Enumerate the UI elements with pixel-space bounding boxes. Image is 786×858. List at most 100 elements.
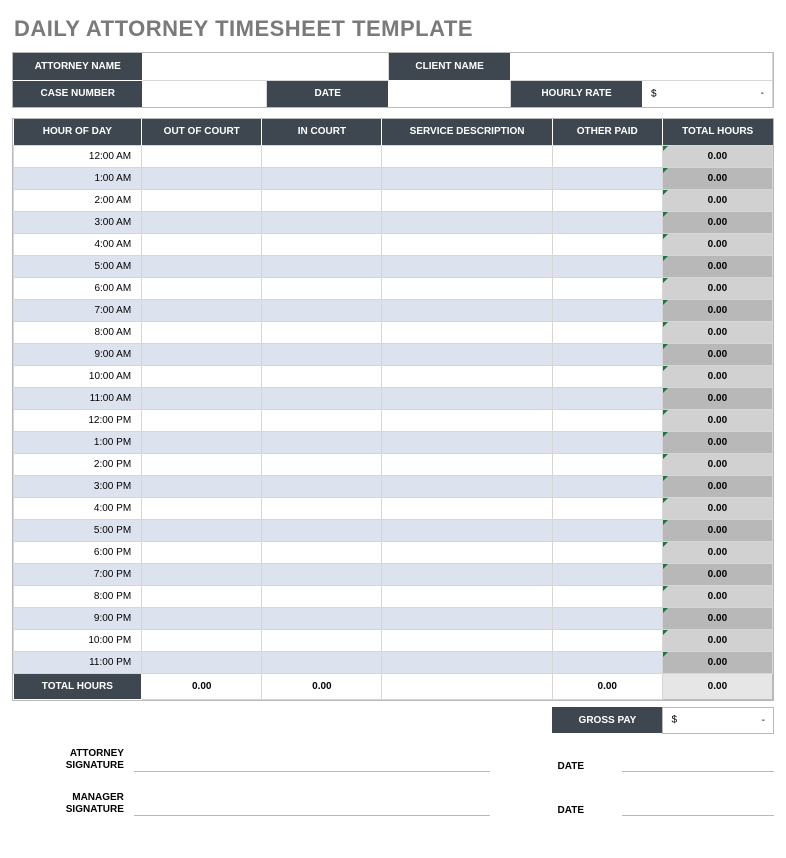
attorney-signature-field[interactable] [134,748,490,772]
hourly-rate-field[interactable]: $ - [643,80,773,107]
other-paid-cell[interactable] [552,211,662,233]
in-court-cell[interactable] [262,321,382,343]
in-court-cell[interactable] [262,585,382,607]
service-description-cell[interactable] [382,233,552,255]
out-of-court-cell[interactable] [142,189,262,211]
in-court-cell[interactable] [262,475,382,497]
in-court-cell[interactable] [262,255,382,277]
date-field[interactable] [389,80,511,107]
in-court-cell[interactable] [262,651,382,673]
service-description-cell[interactable] [382,563,552,585]
service-description-cell[interactable] [382,365,552,387]
other-paid-cell[interactable] [552,277,662,299]
out-of-court-cell[interactable] [142,211,262,233]
other-paid-cell[interactable] [552,409,662,431]
other-paid-cell[interactable] [552,365,662,387]
other-paid-cell[interactable] [552,629,662,651]
in-court-cell[interactable] [262,409,382,431]
service-description-cell[interactable] [382,255,552,277]
out-of-court-cell[interactable] [142,475,262,497]
other-paid-cell[interactable] [552,497,662,519]
out-of-court-cell[interactable] [142,607,262,629]
service-description-cell[interactable] [382,519,552,541]
manager-signature-field[interactable] [134,792,490,816]
other-paid-cell[interactable] [552,167,662,189]
service-description-cell[interactable] [382,585,552,607]
attorney-date-field[interactable] [622,748,774,772]
other-paid-cell[interactable] [552,541,662,563]
other-paid-cell[interactable] [552,387,662,409]
other-paid-cell[interactable] [552,145,662,167]
service-description-cell[interactable] [382,321,552,343]
out-of-court-cell[interactable] [142,409,262,431]
other-paid-cell[interactable] [552,563,662,585]
attorney-name-field[interactable] [143,53,389,80]
case-number-field[interactable] [143,80,267,107]
out-of-court-cell[interactable] [142,255,262,277]
other-paid-cell[interactable] [552,189,662,211]
out-of-court-cell[interactable] [142,343,262,365]
service-description-cell[interactable] [382,431,552,453]
in-court-cell[interactable] [262,519,382,541]
out-of-court-cell[interactable] [142,431,262,453]
service-description-cell[interactable] [382,629,552,651]
service-description-cell[interactable] [382,343,552,365]
service-description-cell[interactable] [382,497,552,519]
service-description-cell[interactable] [382,541,552,563]
other-paid-cell[interactable] [552,233,662,255]
service-description-cell[interactable] [382,607,552,629]
in-court-cell[interactable] [262,387,382,409]
in-court-cell[interactable] [262,563,382,585]
out-of-court-cell[interactable] [142,585,262,607]
other-paid-cell[interactable] [552,299,662,321]
in-court-cell[interactable] [262,629,382,651]
in-court-cell[interactable] [262,145,382,167]
service-description-cell[interactable] [382,299,552,321]
out-of-court-cell[interactable] [142,233,262,255]
in-court-cell[interactable] [262,299,382,321]
out-of-court-cell[interactable] [142,145,262,167]
other-paid-cell[interactable] [552,475,662,497]
in-court-cell[interactable] [262,365,382,387]
out-of-court-cell[interactable] [142,651,262,673]
service-description-cell[interactable] [382,409,552,431]
manager-date-field[interactable] [622,792,774,816]
out-of-court-cell[interactable] [142,541,262,563]
in-court-cell[interactable] [262,431,382,453]
out-of-court-cell[interactable] [142,299,262,321]
service-description-cell[interactable] [382,145,552,167]
service-description-cell[interactable] [382,453,552,475]
in-court-cell[interactable] [262,167,382,189]
out-of-court-cell[interactable] [142,629,262,651]
out-of-court-cell[interactable] [142,365,262,387]
in-court-cell[interactable] [262,541,382,563]
out-of-court-cell[interactable] [142,453,262,475]
service-description-cell[interactable] [382,167,552,189]
other-paid-cell[interactable] [552,519,662,541]
in-court-cell[interactable] [262,189,382,211]
out-of-court-cell[interactable] [142,497,262,519]
service-description-cell[interactable] [382,211,552,233]
in-court-cell[interactable] [262,497,382,519]
other-paid-cell[interactable] [552,607,662,629]
service-description-cell[interactable] [382,277,552,299]
out-of-court-cell[interactable] [142,563,262,585]
out-of-court-cell[interactable] [142,387,262,409]
in-court-cell[interactable] [262,343,382,365]
other-paid-cell[interactable] [552,651,662,673]
out-of-court-cell[interactable] [142,321,262,343]
other-paid-cell[interactable] [552,431,662,453]
other-paid-cell[interactable] [552,343,662,365]
in-court-cell[interactable] [262,607,382,629]
in-court-cell[interactable] [262,277,382,299]
service-description-cell[interactable] [382,651,552,673]
service-description-cell[interactable] [382,475,552,497]
in-court-cell[interactable] [262,453,382,475]
other-paid-cell[interactable] [552,453,662,475]
service-description-cell[interactable] [382,387,552,409]
other-paid-cell[interactable] [552,255,662,277]
service-description-cell[interactable] [382,189,552,211]
in-court-cell[interactable] [262,233,382,255]
other-paid-cell[interactable] [552,321,662,343]
in-court-cell[interactable] [262,211,382,233]
